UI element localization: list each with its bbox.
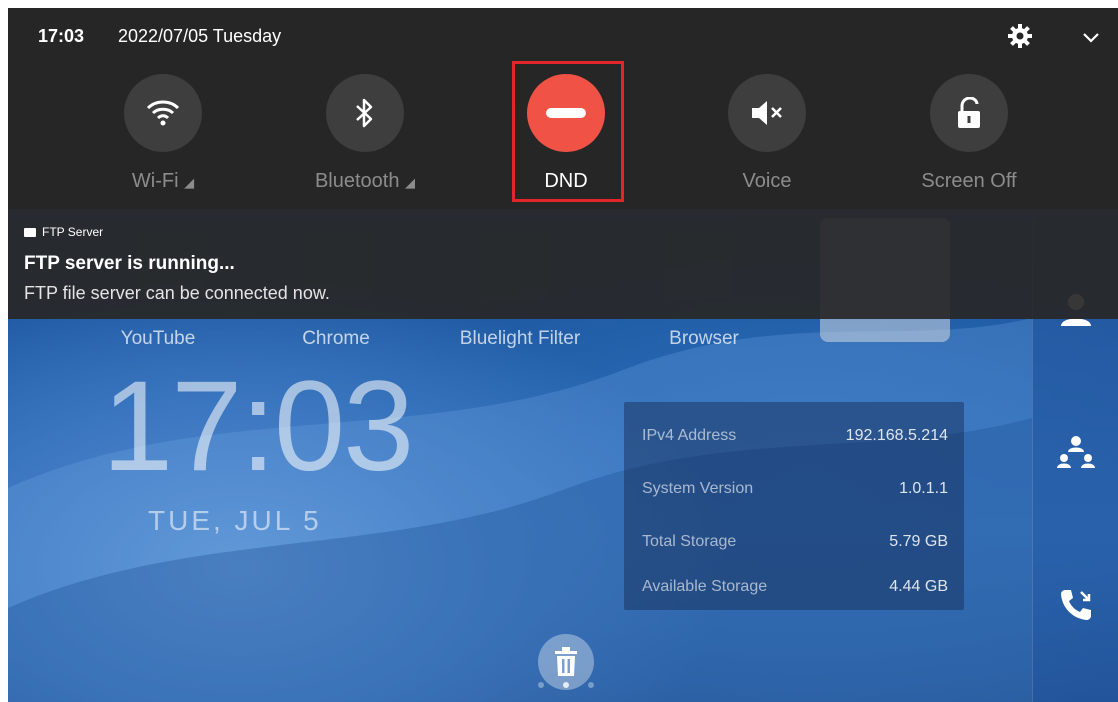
ftp-notification[interactable]: FTP Server FTP server is running... FTP … (8, 209, 1118, 319)
quick-settings-panel: 17:03 2022/07/05 Tuesday Wi-Fi ◢ Bluetoo… (8, 8, 1118, 209)
info-row: IPv4 Address 192.168.5.214 (642, 427, 948, 445)
chevron-down-icon[interactable] (1080, 26, 1102, 48)
info-row: Available Storage 4.44 GB (642, 578, 948, 596)
ftp-app-icon (24, 227, 36, 237)
page-indicator-dot (538, 682, 544, 688)
conference-icon[interactable] (1055, 432, 1097, 474)
expand-triangle-icon[interactable]: ◢ (184, 175, 194, 190)
volume-mute-icon (752, 101, 782, 125)
app-label-chrome[interactable]: Chrome (246, 328, 426, 350)
trash-icon (555, 647, 577, 676)
device-screen: YouTube Chrome Bluelight Filter Browser … (8, 8, 1118, 702)
app-label-youtube[interactable]: YouTube (68, 328, 248, 350)
wifi-icon (146, 100, 180, 126)
app-label-browser[interactable]: Browser (614, 328, 794, 350)
lock-icon (958, 97, 980, 128)
settings-gear-icon[interactable] (1006, 22, 1034, 50)
dnd-highlight-box (512, 61, 624, 202)
tile-voice[interactable]: Voice (687, 74, 847, 193)
home-clock-date: TUE, JUL 5 (148, 505, 322, 536)
bluetooth-icon (356, 98, 373, 128)
tile-wifi[interactable]: Wi-Fi ◢ (83, 74, 243, 193)
app-label-bluelight-filter[interactable]: Bluelight Filter (430, 328, 610, 350)
info-label: System Version (642, 480, 754, 497)
tile-bluetooth-button[interactable] (326, 74, 404, 152)
notification-body: FTP file server can be connected now. (24, 283, 330, 303)
home-clock-time: 17:03 (102, 355, 414, 498)
notification-title: FTP server is running... (24, 253, 235, 274)
tile-wifi-label: Wi-Fi (131, 170, 179, 192)
tile-screen-off-label: Screen Off (921, 170, 1017, 192)
info-label: IPv4 Address (642, 427, 737, 444)
info-value: 4.44 GB (889, 578, 948, 595)
status-time: 17:03 (38, 26, 85, 46)
tile-voice-button[interactable] (728, 74, 806, 152)
device-info-panel: IPv4 Address 192.168.5.214 System Versio… (624, 402, 964, 610)
call-history-icon[interactable] (1055, 584, 1097, 626)
info-value: 1.0.1.1 (899, 480, 948, 497)
tile-wifi-button[interactable] (124, 74, 202, 152)
expand-triangle-icon[interactable]: ◢ (405, 175, 415, 190)
info-value: 5.79 GB (889, 533, 948, 550)
info-row: Total Storage 5.79 GB (642, 533, 948, 551)
info-value: 192.168.5.214 (845, 427, 948, 444)
tile-screen-off-button[interactable] (930, 74, 1008, 152)
info-row: System Version 1.0.1.1 (642, 480, 948, 498)
tile-bluetooth-label: Bluetooth (314, 170, 400, 192)
page-indicator-dot-active (563, 682, 569, 688)
notification-app-row: FTP Server (24, 225, 103, 239)
tile-bluetooth[interactable]: Bluetooth ◢ (285, 74, 445, 193)
notification-app-name: FTP Server (42, 225, 104, 239)
tile-screen-off[interactable]: Screen Off (889, 74, 1049, 193)
tile-voice-label: Voice (742, 170, 792, 192)
info-label: Total Storage (642, 533, 737, 550)
info-label: Available Storage (642, 578, 768, 595)
status-date: 2022/07/05 Tuesday (118, 26, 282, 46)
page-indicator-dot (588, 682, 594, 688)
